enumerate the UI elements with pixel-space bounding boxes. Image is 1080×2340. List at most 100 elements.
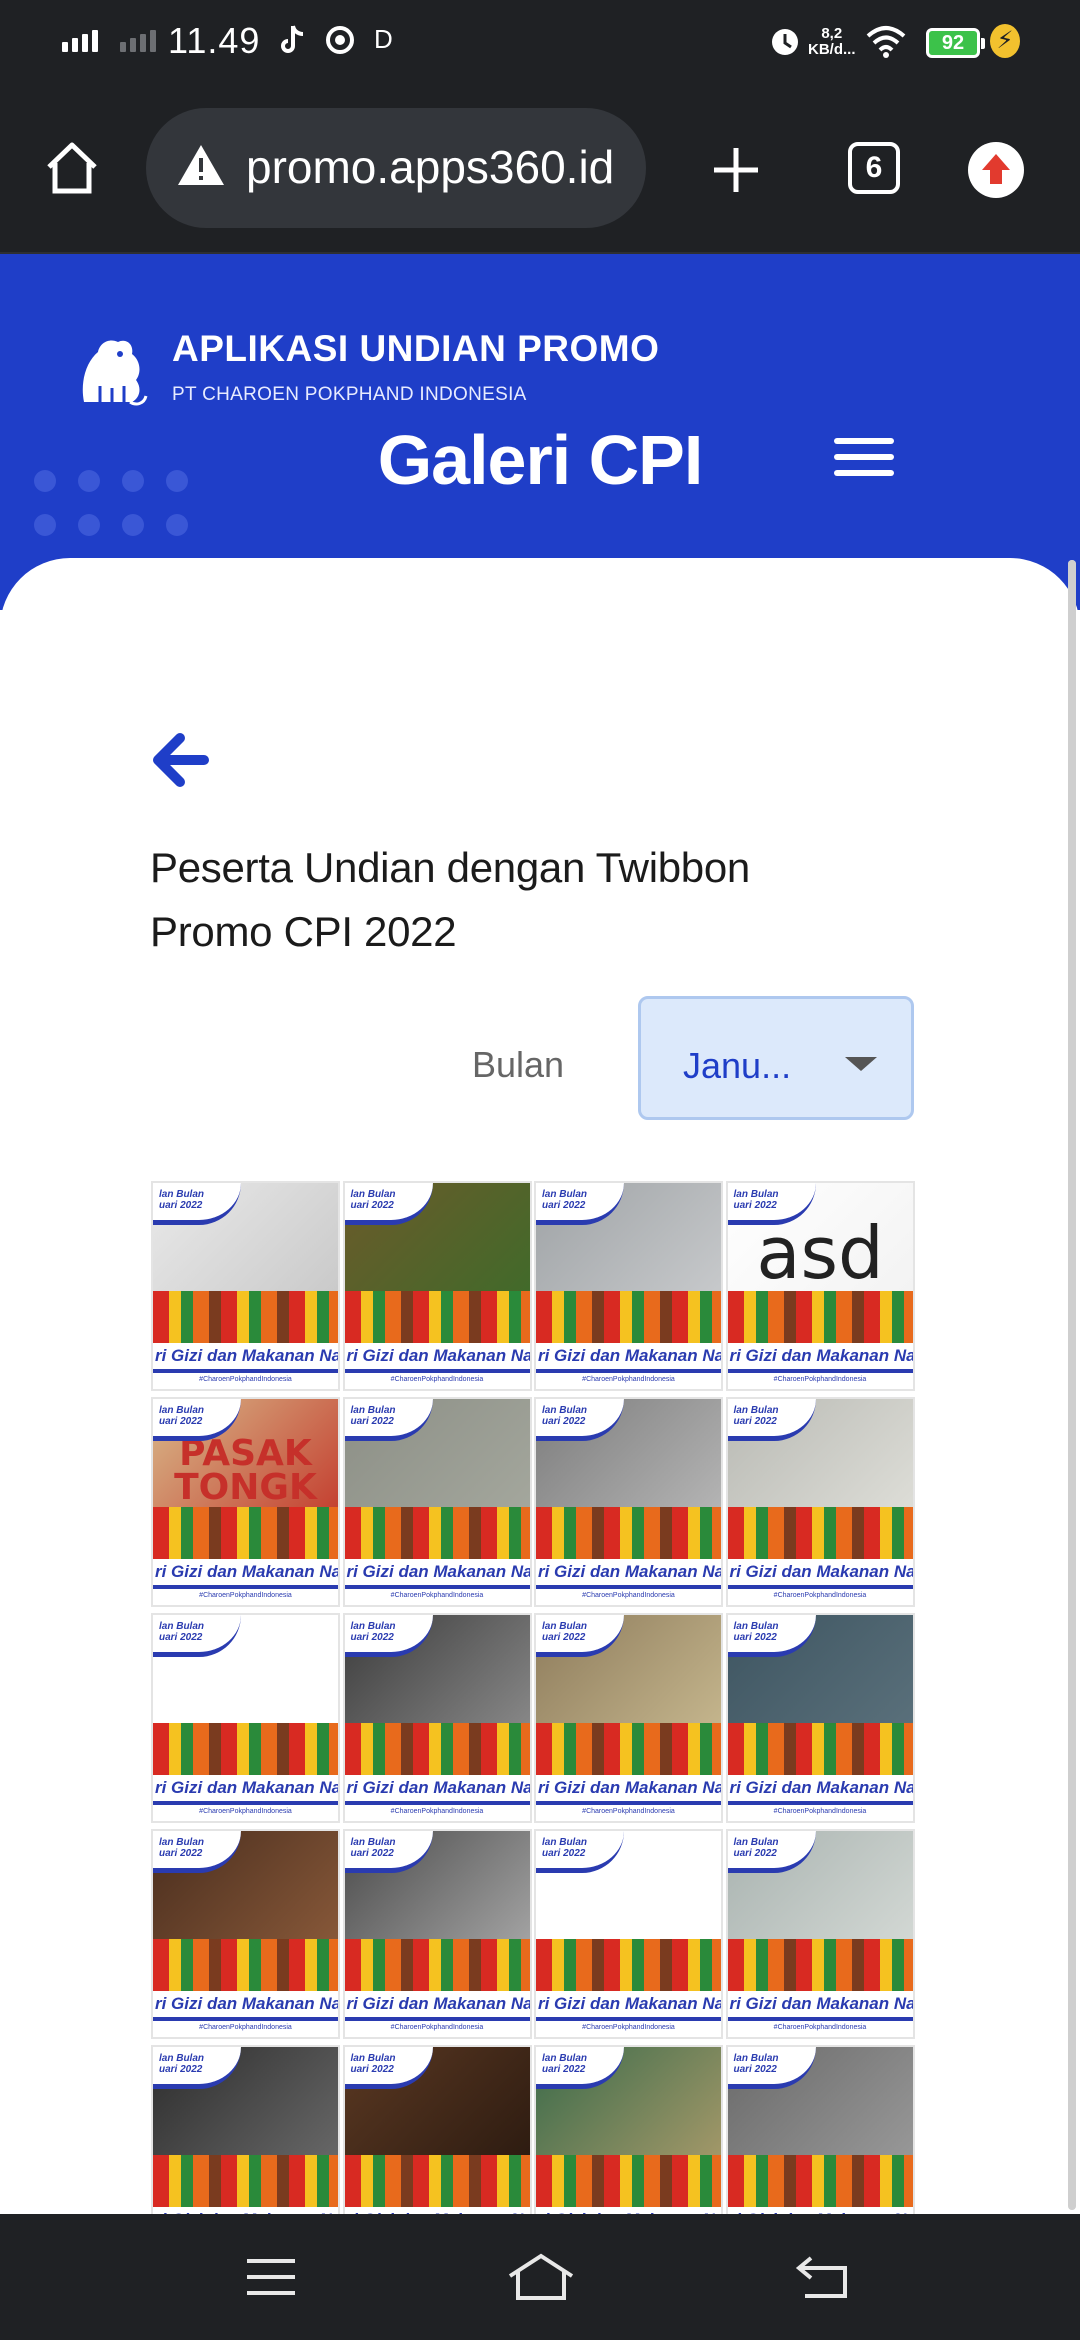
gallery-tile[interactable]: lan Bulanuari 2022ri Gizi dan Makanan Na… bbox=[725, 2045, 915, 2214]
twibbon-products-strip bbox=[344, 1723, 530, 1777]
twibbon-products-strip bbox=[344, 1939, 530, 1993]
twibbon-products-strip bbox=[153, 1723, 338, 1777]
twibbon-slogan: ri Gizi dan Makanan Nasional bbox=[344, 1343, 530, 1369]
twibbon-slogan: ri Gizi dan Makanan Nasional bbox=[536, 2207, 721, 2214]
lion-logo[interactable] bbox=[70, 332, 150, 412]
home-icon[interactable] bbox=[38, 134, 106, 202]
app-name: APLIKASI UNDIAN PROMO bbox=[172, 328, 660, 369]
twibbon-hashtag: #CharoenPokphandIndonesia bbox=[727, 1369, 913, 1389]
twibbon-products-strip bbox=[536, 1291, 721, 1345]
scrollbar[interactable] bbox=[1068, 560, 1076, 2210]
update-icon[interactable] bbox=[968, 142, 1024, 198]
twibbon-hashtag: #CharoenPokphandIndonesia bbox=[153, 1585, 338, 1605]
twibbon-hashtag: #CharoenPokphandIndonesia bbox=[344, 1801, 530, 1821]
gallery-tile[interactable]: asd lan Bulan uari 2022 ri Gizi dan Makanan… bbox=[725, 1181, 915, 1391]
twibbon-slogan: ri Gizi dan Makanan Nasional bbox=[727, 1559, 913, 1585]
twibbon-slogan: ri Gizi dan Makanan Nasional bbox=[536, 1991, 721, 2017]
twibbon-hashtag: #CharoenPokphandIndonesia bbox=[536, 1369, 721, 1389]
signal-dim-icon bbox=[120, 30, 156, 52]
home-nav-icon[interactable] bbox=[506, 2244, 576, 2310]
twibbon-slogan: ri Gizi dan Makanan Nasional bbox=[536, 1559, 721, 1585]
warning-icon[interactable] bbox=[176, 142, 226, 193]
chevron-down-icon bbox=[845, 1057, 877, 1071]
gallery-tile[interactable]: lan Bulanuari 2022ri Gizi dan Makanan Na… bbox=[725, 1829, 915, 2039]
twibbon-products-strip bbox=[536, 1939, 721, 1993]
twibbon-slogan: ri Gizi dan Makanan Nasional bbox=[153, 1775, 338, 1801]
gallery-tile[interactable]: lan Bulanuari 2022ri Gizi dan Makanan Na… bbox=[342, 1829, 532, 2039]
twibbon-hashtag: #CharoenPokphandIndonesia bbox=[153, 1801, 338, 1821]
alarm-icon bbox=[768, 24, 802, 65]
twibbon-products-strip bbox=[536, 1507, 721, 1561]
decorative-dots bbox=[34, 470, 188, 536]
twibbon-hashtag: #CharoenPokphandIndonesia bbox=[344, 2017, 530, 2037]
site-header: APLIKASI UNDIAN PROMO PT CHAROEN POKPHAN… bbox=[0, 254, 1080, 610]
twibbon-slogan: ri Gizi dan Makanan Nasional bbox=[153, 1991, 338, 2017]
gallery-tile[interactable]: PASAK TONGK lan Bulan uari 2022 ri Gizi dan… bbox=[151, 1397, 340, 1607]
twibbon-products-strip bbox=[344, 1507, 530, 1561]
gallery-tile[interactable]: lan Bulanuari 2022ri Gizi dan Makanan Na… bbox=[534, 2045, 723, 2214]
gallery-tile[interactable]: lan Bulanuari 2022ri Gizi dan Makanan Na… bbox=[342, 2045, 532, 2214]
twibbon-slogan: ri Gizi dan Makanan Nasional bbox=[153, 1343, 338, 1369]
gallery-tile[interactable]: lan Bulanuari 2022ri Gizi dan Makanan Na… bbox=[151, 1829, 340, 2039]
gallery-tile[interactable]: lan Bulanuari 2022ri Gizi dan Makanan Na… bbox=[534, 1613, 723, 1823]
back-nav-icon[interactable] bbox=[788, 2244, 858, 2310]
tab-switcher-button[interactable]: 6 bbox=[848, 142, 900, 194]
twibbon-hashtag: #CharoenPokphandIndonesia bbox=[727, 2017, 913, 2037]
twibbon-hashtag: #CharoenPokphandIndonesia bbox=[727, 1801, 913, 1821]
twibbon-slogan: ri Gizi dan Makanan Nasional bbox=[536, 1343, 721, 1369]
gallery-tile[interactable]: lan Bulanuari 2022ri Gizi dan Makanan Na… bbox=[151, 1181, 340, 1391]
signal-icon bbox=[62, 30, 98, 52]
twibbon-products-strip bbox=[153, 1507, 338, 1561]
month-select[interactable]: Janu... bbox=[638, 996, 914, 1120]
twibbon-products-strip bbox=[536, 1723, 721, 1777]
tab-count: 6 bbox=[848, 142, 900, 194]
record-icon bbox=[324, 24, 356, 63]
gallery-tile[interactable]: lan Bulanuari 2022ri Gizi dan Makanan Na… bbox=[725, 1613, 915, 1823]
status-time: 11.49 bbox=[168, 20, 261, 61]
gallery-tile[interactable]: lan Bulanuari 2022ri Gizi dan Makanan Na… bbox=[342, 1397, 532, 1607]
twibbon-products-strip bbox=[153, 1939, 338, 1993]
twibbon-slogan: ri Gizi dan Makanan Nasional bbox=[153, 2207, 338, 2214]
twibbon-slogan: ri Gizi dan Makanan Nasional bbox=[727, 2207, 913, 2214]
twibbon-hashtag: #CharoenPokphandIndonesia bbox=[344, 1369, 530, 1389]
twibbon-products-strip bbox=[536, 2155, 721, 2209]
wifi-icon bbox=[866, 24, 906, 65]
twibbon-gallery: lan Bulanuari 2022ri Gizi dan Makanan Na… bbox=[150, 1180, 916, 2214]
gallery-tile[interactable]: lan Bulanuari 2022ri Gizi dan Makanan Na… bbox=[534, 1397, 723, 1607]
twibbon-slogan: ri Gizi dan Makanan Nasional bbox=[344, 1991, 530, 2017]
gallery-tile[interactable]: lan Bulanuari 2022ri Gizi dan Makanan Na… bbox=[342, 1613, 532, 1823]
twibbon-products-strip bbox=[153, 1291, 338, 1345]
photo-overlay-text: PASAK TONGK bbox=[174, 1433, 317, 1508]
twibbon-products-strip bbox=[727, 1939, 913, 1993]
gallery-tile[interactable]: lan Bulanuari 2022ri Gizi dan Makanan Na… bbox=[534, 1181, 723, 1391]
hamburger-menu-icon[interactable] bbox=[834, 432, 894, 482]
gallery-tile[interactable]: lan Bulanuari 2022ri Gizi dan Makanan Na… bbox=[534, 1829, 723, 2039]
twibbon-products-strip bbox=[727, 1723, 913, 1777]
twibbon-products-strip bbox=[153, 2155, 338, 2209]
twibbon-hashtag: #CharoenPokphandIndonesia bbox=[536, 1585, 721, 1605]
month-select-value: Janu... bbox=[683, 1045, 792, 1086]
gallery-tile[interactable]: lan Bulanuari 2022ri Gizi dan Makanan Na… bbox=[151, 1613, 340, 1823]
recent-apps-icon[interactable] bbox=[236, 2244, 306, 2310]
twibbon-slogan: ri Gizi dan Makanan Nasional bbox=[727, 1343, 913, 1369]
back-arrow-icon[interactable] bbox=[150, 730, 210, 790]
browser-toolbar: promo.apps360.id 6 bbox=[0, 88, 1080, 254]
twibbon-slogan: ri Gizi dan Makanan Nasional bbox=[344, 1775, 530, 1801]
twibbon-slogan: ri Gizi dan Makanan Nasional bbox=[727, 1991, 913, 2017]
twibbon-hashtag: #CharoenPokphandIndonesia bbox=[536, 2017, 721, 2037]
address-bar[interactable]: promo.apps360.id bbox=[146, 108, 646, 228]
twibbon-slogan: ri Gizi dan Makanan Nasional bbox=[727, 1775, 913, 1801]
twibbon-slogan: ri Gizi dan Makanan Nasional bbox=[344, 2207, 530, 2214]
charging-icon: ⚡ bbox=[990, 24, 1020, 58]
gallery-tile[interactable]: lan Bulanuari 2022ri Gizi dan Makanan Na… bbox=[342, 1181, 532, 1391]
battery-icon: 92 bbox=[926, 28, 985, 58]
network-speed: 8,2 KB/d... bbox=[808, 25, 856, 58]
new-tab-icon[interactable] bbox=[706, 140, 766, 200]
twibbon-products-strip bbox=[344, 1291, 530, 1345]
url-text[interactable]: promo.apps360.id bbox=[246, 140, 626, 194]
gallery-tile[interactable]: lan Bulanuari 2022ri Gizi dan Makanan Na… bbox=[151, 2045, 340, 2214]
section-title: Peserta Undian dengan Twibbon Promo CPI … bbox=[150, 844, 750, 955]
twibbon-hashtag: #CharoenPokphandIndonesia bbox=[153, 1369, 338, 1389]
gallery-tile[interactable]: lan Bulanuari 2022ri Gizi dan Makanan Na… bbox=[725, 1397, 915, 1607]
twibbon-products-strip bbox=[727, 1291, 913, 1345]
